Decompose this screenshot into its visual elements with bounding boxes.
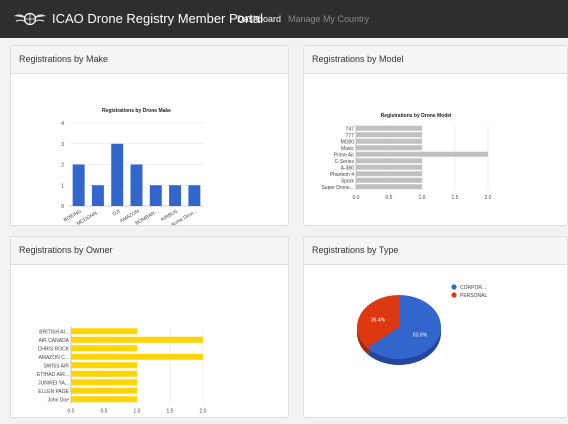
bar <box>356 151 488 157</box>
bar <box>71 336 203 343</box>
y-tick-label: AMAZON C... <box>38 355 69 361</box>
x-tick-label: 2.0 <box>200 409 207 415</box>
bar <box>71 353 203 360</box>
y-tick-label: C-Series <box>335 159 355 165</box>
legend-marker <box>451 284 457 290</box>
legend-label: PERSONAL <box>460 293 487 299</box>
y-tick-label: JUNWEI YA... <box>38 380 69 386</box>
x-tick-label: 0.0 <box>353 195 360 201</box>
y-tick-label: 1 <box>61 183 64 189</box>
chart-title: Registrations by Drone Model <box>381 113 452 119</box>
y-tick-label: Prime Air <box>334 152 355 158</box>
bar <box>356 184 422 190</box>
x-tick-label: DJI <box>112 209 121 218</box>
x-tick-label: 1.0 <box>419 195 426 201</box>
bar <box>356 145 422 151</box>
x-tick-label: 1.5 <box>167 409 174 415</box>
y-tick-label: MD80 <box>341 139 355 145</box>
legend-label: CORPOR... <box>460 285 486 291</box>
y-tick-label: Phantom 4 <box>330 172 354 178</box>
bar <box>356 132 422 138</box>
bar <box>130 164 143 206</box>
y-tick-label: 3 <box>61 142 64 148</box>
x-tick-label: 0.0 <box>68 409 75 415</box>
panel-heading-make: Registrations by Make <box>11 46 288 74</box>
panel-heading-type: Registrations by Type <box>304 237 567 265</box>
bar <box>91 185 104 206</box>
y-tick-label: Super Drone... <box>321 185 354 191</box>
y-tick-label: BRITISH AI... <box>39 329 69 335</box>
icao-logo-icon[interactable] <box>12 9 48 29</box>
panel-heading-owner: Registrations by Owner <box>11 237 288 265</box>
bar <box>71 379 137 386</box>
panel-registrations-by-owner: Registrations by Owner 0.0 0.5 1.0 1.5 2.0 BR… <box>10 236 289 418</box>
top-navbar: ICAO Drone Registry Member Portal Dashbo… <box>0 0 568 38</box>
bar <box>111 143 124 206</box>
panel-heading-model: Registrations by Model <box>304 46 567 74</box>
y-tick-label: AIR CANADA <box>38 338 69 344</box>
y-tick-label: CHRIS ROCK <box>38 346 70 352</box>
bar <box>356 125 422 131</box>
bar <box>356 177 422 183</box>
nav-manage-my-country[interactable]: Manage My Country <box>288 14 369 24</box>
nav-dashboard[interactable]: Dashboard <box>237 14 281 24</box>
x-tick-label: 1.0 <box>134 409 141 415</box>
bar <box>356 138 422 144</box>
panel-registrations-by-model: Registrations by Model Registrations by … <box>303 45 568 226</box>
chart-title: Registrations by Drone Make <box>102 108 171 114</box>
y-tick-label: Mavic <box>341 146 355 152</box>
x-tick-label: 0.5 <box>101 409 108 415</box>
bar <box>188 185 201 206</box>
app-title[interactable]: ICAO Drone Registry Member Portal <box>52 11 263 26</box>
panel-registrations-by-type: Registrations by Type 63.6% 36.4% CORPOR..… <box>303 236 568 418</box>
bar <box>71 328 137 335</box>
y-tick-label: John Doe <box>48 397 70 403</box>
bar <box>169 185 182 206</box>
bar <box>356 158 422 164</box>
y-tick-label: ELLEN PAGE <box>38 389 69 395</box>
y-tick-label: 4 <box>61 121 64 127</box>
y-tick-label: 747 <box>346 126 355 132</box>
pie-value-label: 36.4% <box>371 318 386 324</box>
bar <box>356 164 422 170</box>
x-tick-label: 2.0 <box>485 195 492 201</box>
pie-value-label: 63.6% <box>413 332 428 338</box>
y-tick-label: 2 <box>61 163 64 169</box>
bar <box>71 345 137 352</box>
legend-marker <box>451 292 457 298</box>
x-tick-label: 0.5 <box>386 195 393 201</box>
chart-registrations-by-model: Registrations by Drone Model 0.0 0.5 1.0 1.5… <box>321 113 492 201</box>
y-tick-label: SWISS AIR <box>43 363 69 369</box>
y-tick-label: 777 <box>346 133 355 139</box>
chart-registrations-by-make: Registrations by Drone Make01234BOEINGMC… <box>61 108 204 225</box>
y-tick-label: 0 <box>61 204 64 210</box>
y-tick-label: Spark <box>341 178 355 184</box>
bar <box>356 171 422 177</box>
x-tick-label: 1.5 <box>452 195 459 201</box>
chart-registrations-by-owner: 0.0 0.5 1.0 1.5 2.0 BRITISH AI... AIR CANADA CH… <box>37 327 207 415</box>
panel-registrations-by-make: Registrations by Make Registrations by D… <box>10 45 289 226</box>
bar <box>71 387 137 394</box>
bar <box>71 362 137 369</box>
bar <box>149 185 162 206</box>
bar <box>71 396 137 403</box>
bar <box>72 164 85 206</box>
y-tick-label: A-380 <box>341 165 355 171</box>
y-tick-label: ETIHAD AIR... <box>37 372 69 378</box>
bar <box>71 370 137 377</box>
chart-registrations-by-type: 63.6% 36.4% CORPOR... PERSONAL <box>357 284 487 365</box>
